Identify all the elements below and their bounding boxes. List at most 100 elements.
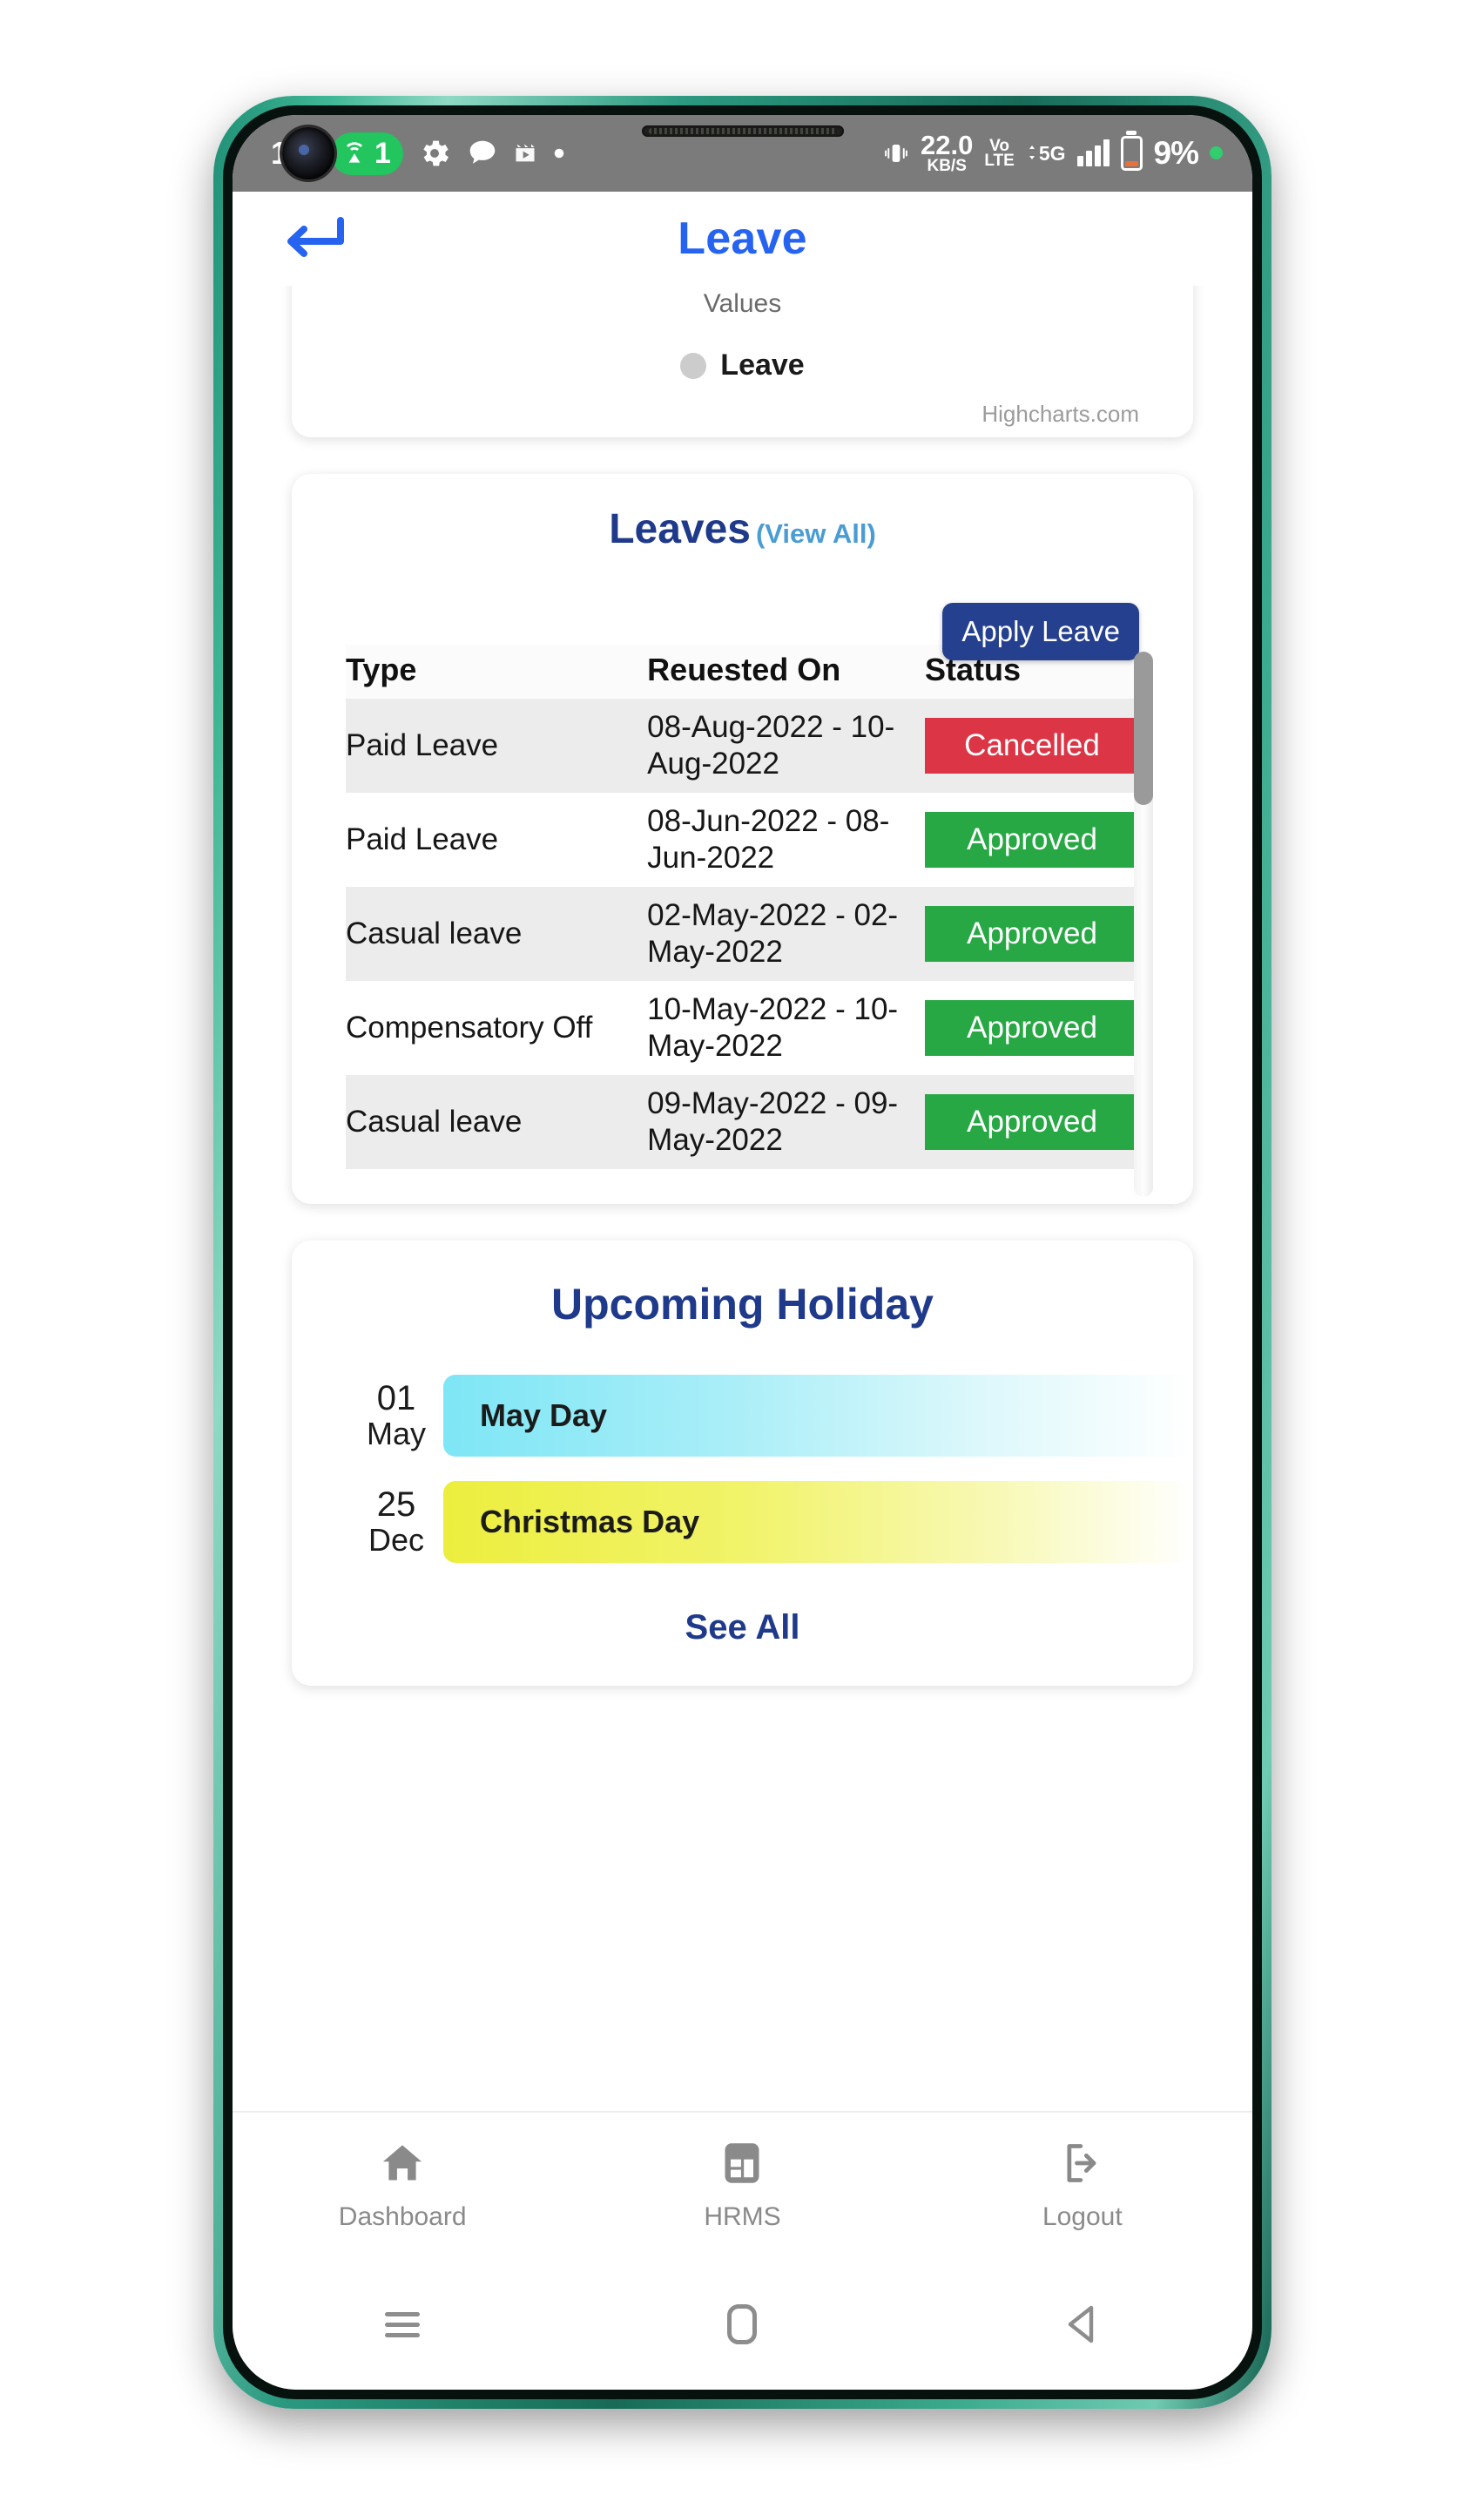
phone-screen: 1 1 22.0 KB/S Vo LTE 5G 9% Leave Values … (233, 115, 1252, 2390)
table-scrollbar[interactable] (1134, 652, 1153, 1197)
page-title: Leave (678, 213, 807, 264)
cell-type: Casual leave (346, 887, 648, 981)
home-square-icon-wrap[interactable] (572, 2304, 912, 2344)
table-row[interactable]: Compensatory Off 10-May-2022 - 10-May-20… (346, 981, 1139, 1075)
android-navigation-bar (233, 2259, 1252, 2390)
table-row[interactable]: Casual leave 02-May-2022 - 02-May-2022 A… (346, 887, 1139, 981)
cell-status: Approved (925, 981, 1139, 1075)
cell-status: Cancelled (925, 699, 1139, 793)
status-bar-right: 22.0 KB/S Vo LTE 5G 9% (883, 130, 1223, 175)
scroll-content[interactable]: Values Leave Highcharts.com Leaves (View… (233, 286, 1252, 2158)
cell-requested-on: 02-May-2022 - 02-May-2022 (647, 887, 926, 981)
holiday-name: May Day (480, 1397, 608, 1433)
signal-bars-icon (1076, 139, 1110, 167)
network-speed-unit: KB/S (927, 156, 967, 175)
chart-axis-label: Values (703, 289, 782, 318)
legend-marker-icon (680, 352, 707, 379)
holiday-day: 01 (376, 1378, 416, 1417)
data-arrows-icon (1029, 145, 1035, 159)
leaves-title-row: Leaves (View All) (292, 505, 1193, 553)
nav-item-logout[interactable]: Logout (913, 2140, 1252, 2232)
leave-chart-card: Values Leave Highcharts.com (292, 286, 1193, 437)
phone-frame: 1 1 22.0 KB/S Vo LTE 5G 9% Leave Values … (213, 96, 1272, 2409)
holiday-day: 25 (376, 1484, 416, 1524)
holiday-month: Dec (368, 1522, 425, 1559)
network-type: 5G (1026, 141, 1066, 165)
cell-requested-on: 08-Aug-2022 - 10-Aug-2022 (647, 699, 926, 793)
camera-punch-hole (282, 127, 335, 179)
gear-icon (417, 136, 452, 171)
network-speed: 22.0 KB/S (921, 130, 974, 175)
volte-bottom: LTE (984, 151, 1015, 170)
cell-type: Paid Leave (346, 793, 648, 887)
table-row[interactable]: Paid Leave 08-Aug-2022 - 10-Aug-2022 Can… (346, 699, 1139, 793)
status-badge: Approved (925, 812, 1139, 868)
hotspot-count: 1 (374, 136, 391, 170)
back-triangle-icon[interactable] (913, 2303, 1252, 2346)
status-badge: Approved (925, 906, 1139, 962)
list-item[interactable]: 01 May May Day (292, 1375, 1193, 1457)
network-speed-value: 22.0 (921, 130, 974, 160)
highcharts-credit[interactable]: Highcharts.com (981, 401, 1139, 428)
column-header-type: Type (346, 645, 648, 699)
cell-status: Approved (925, 1075, 1139, 1169)
hotspot-glyph (346, 142, 363, 163)
leaves-title: Leaves (609, 506, 751, 552)
chart-legend[interactable]: Leave (292, 348, 1193, 382)
leaves-table-wrapper[interactable]: Type Reuested On Status Paid Leave 08-Au… (292, 645, 1193, 1204)
recents-icon[interactable] (233, 2306, 572, 2343)
bottom-navigation: Dashboard HRMS Logout (233, 2111, 1252, 2259)
volte-icon: Vo LTE (984, 137, 1015, 170)
vibrate-icon (883, 139, 909, 168)
battery-icon (1120, 135, 1143, 171)
cell-status: Approved (925, 887, 1139, 981)
legend-label: Leave (720, 348, 805, 382)
home-square-icon[interactable] (727, 2304, 758, 2344)
list-item[interactable]: 25 Dec Christmas Day (292, 1481, 1193, 1563)
home-icon (378, 2140, 427, 2190)
media-icon (513, 141, 537, 166)
app-header: Leave (233, 192, 1252, 286)
privacy-indicator-dot (1210, 146, 1223, 160)
earpiece-speaker (641, 125, 844, 137)
nav-item-hrms[interactable]: HRMS (572, 2140, 912, 2232)
status-badge: Approved (925, 1094, 1139, 1150)
nav-label-logout: Logout (1042, 2201, 1123, 2231)
view-all-link[interactable]: (View All) (756, 518, 876, 550)
network-type-label: 5G (1038, 141, 1066, 165)
cell-type: Casual leave (346, 1075, 648, 1169)
phone-bezel: 1 1 22.0 KB/S Vo LTE 5G 9% Leave Values … (223, 105, 1262, 2399)
table-scrollbar-thumb[interactable] (1134, 652, 1153, 805)
hotspot-icon: 1 (331, 132, 403, 175)
holiday-date: 01 May (349, 1378, 443, 1452)
cell-status: Approved (925, 793, 1139, 887)
cell-type: Compensatory Off (346, 981, 648, 1075)
holiday-name-bar: May Day (443, 1375, 1193, 1457)
holiday-name-bar: Christmas Day (443, 1481, 1193, 1563)
dot-icon (551, 145, 567, 161)
status-badge: Approved (925, 1000, 1139, 1056)
nav-label-dashboard: Dashboard (338, 2201, 467, 2231)
table-row[interactable]: Paid Leave 08-Jun-2022 - 08-Jun-2022 App… (346, 793, 1139, 887)
cell-requested-on: 10-May-2022 - 10-May-2022 (647, 981, 926, 1075)
upcoming-holiday-title: Upcoming Holiday (551, 1280, 934, 1329)
dashboard-grid-icon (718, 2140, 766, 2190)
column-header-requested-on: Reuested On (647, 645, 926, 699)
see-all-link[interactable]: See All (292, 1608, 1193, 1647)
apply-leave-button[interactable]: Apply Leave (942, 603, 1139, 660)
leaves-card: Leaves (View All) Apply Leave Type Reues… (292, 474, 1193, 1204)
cell-requested-on: 08-Jun-2022 - 08-Jun-2022 (647, 793, 926, 887)
cell-requested-on: 09-May-2022 - 09-May-2022 (647, 1075, 926, 1169)
holiday-date: 25 Dec (349, 1484, 443, 1559)
logout-icon (1058, 2140, 1107, 2190)
holiday-month: May (366, 1416, 426, 1452)
chat-icon (466, 137, 499, 170)
table-row[interactable]: Casual leave 09-May-2022 - 09-May-2022 A… (346, 1075, 1139, 1169)
upcoming-holiday-card: Upcoming Holiday 01 May May Day 25 Dec C… (292, 1241, 1193, 1686)
status-badge: Cancelled (925, 718, 1139, 774)
nav-label-hrms: HRMS (704, 2201, 781, 2231)
cell-type: Paid Leave (346, 699, 648, 793)
leaves-table: Type Reuested On Status Paid Leave 08-Au… (346, 645, 1139, 1169)
nav-item-dashboard[interactable]: Dashboard (233, 2140, 572, 2232)
back-arrow-icon[interactable] (281, 212, 347, 266)
